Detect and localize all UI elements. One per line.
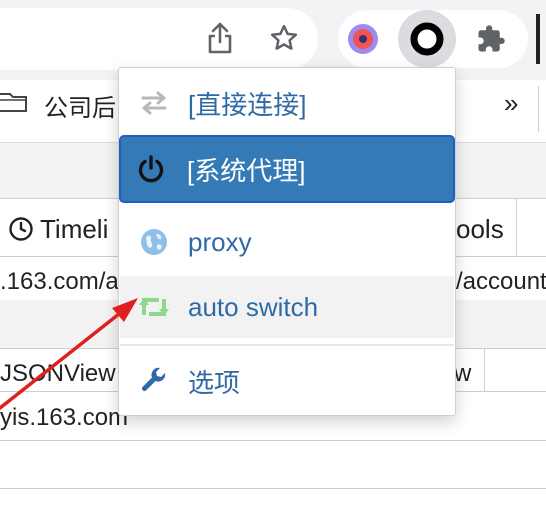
proxy-switch-menu: [直接连接] [系统代理] proxy auto switch 选项 — [118, 67, 456, 416]
bookmarks-divider — [538, 86, 539, 132]
tab-divider — [516, 199, 517, 256]
direct-arrows-icon — [120, 90, 188, 116]
menu-item-label: 选项 — [188, 367, 241, 398]
extension-vinyl-icon[interactable] — [346, 22, 380, 56]
bookmark-folder-label[interactable]: 公司后 — [44, 88, 116, 123]
tab-divider — [484, 349, 485, 391]
menu-item-label: proxy — [188, 226, 252, 257]
menu-divider — [120, 344, 454, 346]
divider — [0, 440, 546, 441]
timeline-tab[interactable]: Timeli — [40, 214, 108, 245]
menu-item-label: auto switch — [188, 291, 319, 322]
power-icon — [121, 154, 181, 184]
menu-item-system-proxy[interactable]: [系统代理] — [119, 135, 455, 203]
tools-tab[interactable]: ools — [456, 214, 504, 245]
menu-item-options[interactable]: 选项 — [120, 350, 454, 412]
folder-icon — [0, 90, 28, 114]
menu-item-auto-switch[interactable]: auto switch — [120, 276, 454, 338]
globe-icon — [120, 228, 188, 256]
url-text-right: /account — [456, 268, 546, 295]
menu-item-direct[interactable]: [直接连接] — [120, 72, 454, 134]
toolbar-edge — [536, 14, 540, 64]
menu-item-proxy[interactable]: proxy — [120, 211, 454, 273]
annotation-arrow — [0, 298, 138, 410]
proxy-ring-icon — [408, 20, 446, 58]
clock-icon — [8, 216, 34, 242]
bookmarks-overflow-button[interactable]: » — [504, 88, 518, 119]
divider — [0, 488, 546, 489]
share-icon[interactable] — [200, 18, 240, 58]
puzzle-icon[interactable] — [474, 22, 508, 56]
menu-item-label: [系统代理] — [187, 155, 306, 186]
menu-item-label: [直接连接] — [188, 89, 307, 120]
bookmark-star-icon[interactable] — [264, 18, 304, 58]
right-tab[interactable]: w — [454, 360, 471, 388]
